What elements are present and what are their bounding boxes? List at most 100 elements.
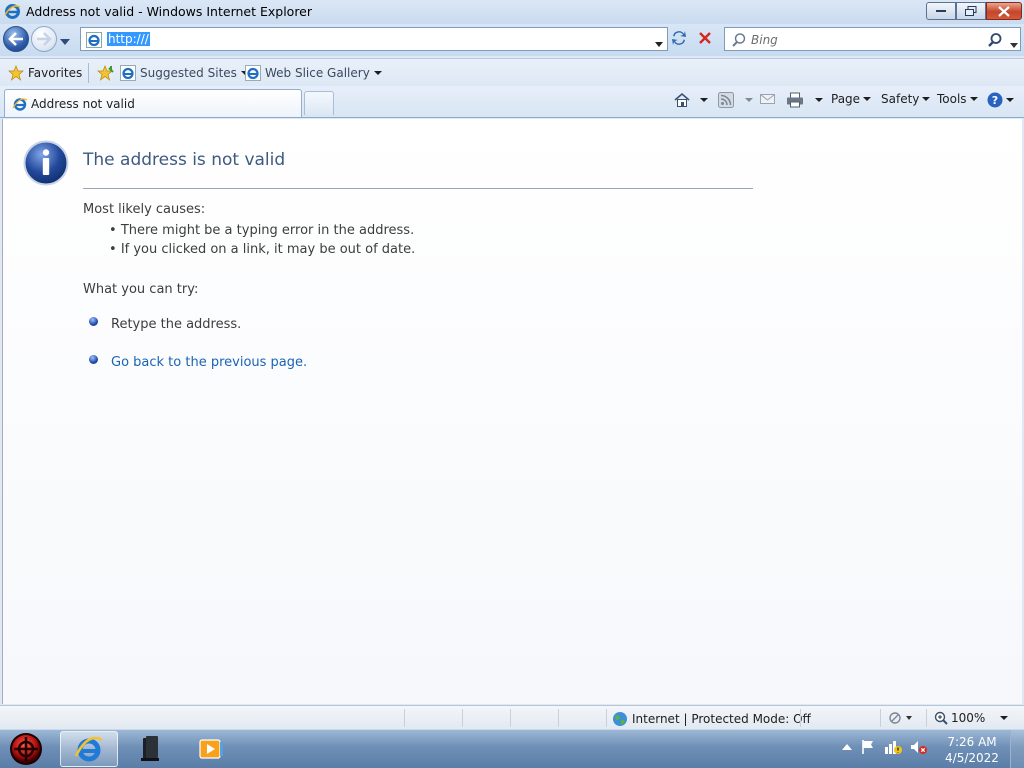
volume-muted-icon[interactable] [910,739,928,755]
print-button[interactable] [786,92,823,108]
clock-time: 7:26 AM [947,735,997,749]
ie-logo-icon [4,3,21,23]
taskbar: 7:26 AM 4/5/2022 [0,729,1024,768]
close-button[interactable] [986,2,1022,20]
retype-address-text: Retype the address. [111,317,242,332]
help-menu[interactable]: ? [987,92,1014,108]
new-tab-button[interactable] [304,91,334,115]
chevron-down-icon[interactable] [815,98,823,102]
zoom-level[interactable]: 100% [934,711,1009,725]
security-zone[interactable]: Internet | Protected Mode: Off [612,711,811,727]
clock[interactable]: 7:26 AM 4/5/2022 [940,734,1004,766]
zoom-icon [934,711,948,725]
clock-date: 4/5/2022 [945,751,999,765]
go-back-link[interactable]: Go back to the previous page. [111,355,307,370]
stop-icon [699,32,711,44]
forward-button[interactable] [31,26,57,52]
zone-text: Internet | Protected Mode: Off [632,712,811,726]
favorites-divider [88,63,89,83]
restore-button[interactable] [956,2,986,20]
minimize-button[interactable] [926,2,956,20]
status-divider [510,709,511,727]
status-divider [800,709,801,727]
title-divider [83,188,753,189]
tools-menu-label: Tools [937,92,967,106]
search-input[interactable]: Bing [751,33,778,47]
read-mail-button[interactable] [760,92,776,106]
tab-address-not-valid[interactable]: Address not valid [4,89,302,117]
page-menu-label: Page [831,92,861,106]
favorites-label: Favorites [28,66,83,80]
home-button[interactable] [673,92,708,108]
popup-blocker-icon[interactable] [887,711,913,728]
address-bar[interactable]: http:/// [80,27,668,51]
search-provider-icon [731,32,747,51]
svg-text:?: ? [992,94,998,107]
ie-page-icon [245,65,261,81]
favorites-button[interactable]: Favorites [8,65,82,81]
forward-arrow-icon [37,32,52,46]
search-options-dropdown[interactable] [1010,37,1018,51]
star-icon [8,65,24,81]
show-hidden-icons-icon[interactable] [842,743,852,751]
cause-text: If you clicked on a link, it may be out … [120,242,416,257]
stop-button[interactable] [695,28,717,50]
back-button[interactable] [3,26,29,52]
navigation-bar: http:/// Bing [0,24,1024,56]
safety-menu-label: Safety [881,92,920,106]
media-player-icon [199,739,223,759]
causes-heading: Most likely causes: [83,202,206,217]
page-menu[interactable]: Page [831,92,872,106]
status-bar: Internet | Protected Mode: Off 100% [0,705,1024,729]
chevron-down-icon [922,97,931,101]
page-icon [86,32,102,51]
web-slice-gallery-link[interactable]: Web Slice Gallery [245,65,382,81]
chevron-down-icon [1000,716,1009,720]
mail-icon [760,94,775,104]
show-desktop-button[interactable] [1010,730,1024,768]
ie-logo-icon [74,736,103,762]
search-box[interactable]: Bing [724,27,1021,51]
tools-menu[interactable]: Tools [937,92,978,106]
recent-pages-dropdown[interactable] [60,34,70,48]
window-title: Address not valid - Windows Internet Exp… [26,4,313,19]
suggested-sites-link[interactable]: Suggested Sites [120,65,249,81]
status-divider [462,709,463,727]
suggested-sites-label: Suggested Sites [140,66,237,80]
cause-text: There might be a typing error in the add… [120,223,415,238]
restore-icon [965,6,977,16]
chevron-down-icon[interactable] [700,98,708,102]
printer-icon [787,92,803,108]
taskbar-internet-explorer[interactable] [60,731,118,767]
system-tray [842,739,928,755]
web-slice-gallery-label: Web Slice Gallery [265,66,370,80]
taskbar-windows-explorer[interactable] [120,731,178,767]
search-icon[interactable] [987,32,1003,51]
network-icon[interactable] [884,739,902,755]
status-divider [926,709,927,727]
folder-icon [141,736,159,761]
globe-icon [613,712,627,726]
start-button[interactable] [6,732,46,766]
address-dropdown-icon[interactable] [655,36,663,50]
back-arrow-icon [8,32,23,46]
compatibility-refresh-button[interactable] [669,28,691,50]
status-divider [558,709,559,727]
add-favorite-icon [97,65,114,81]
page-content: The address is not valid Most likely cau… [2,119,1022,704]
list-item: • There might be a typing error in the a… [109,223,415,238]
taskbar-media-player[interactable] [182,731,240,767]
address-input[interactable]: http:/// [107,32,150,46]
favorites-bar: Favorites Suggested Sites Web Slice Gall… [0,58,1024,86]
add-to-favorites-bar-button[interactable] [96,65,114,81]
status-divider [880,709,881,727]
feeds-button[interactable] [718,92,753,108]
safety-menu[interactable]: Safety [881,92,931,106]
action-center-flag-icon[interactable] [860,739,876,755]
status-divider [404,709,405,727]
page-title: The address is not valid [83,150,286,170]
rss-feed-icon [718,92,734,108]
chevron-down-icon[interactable] [745,98,753,102]
status-divider [606,709,607,727]
chevron-down-icon [863,97,872,101]
